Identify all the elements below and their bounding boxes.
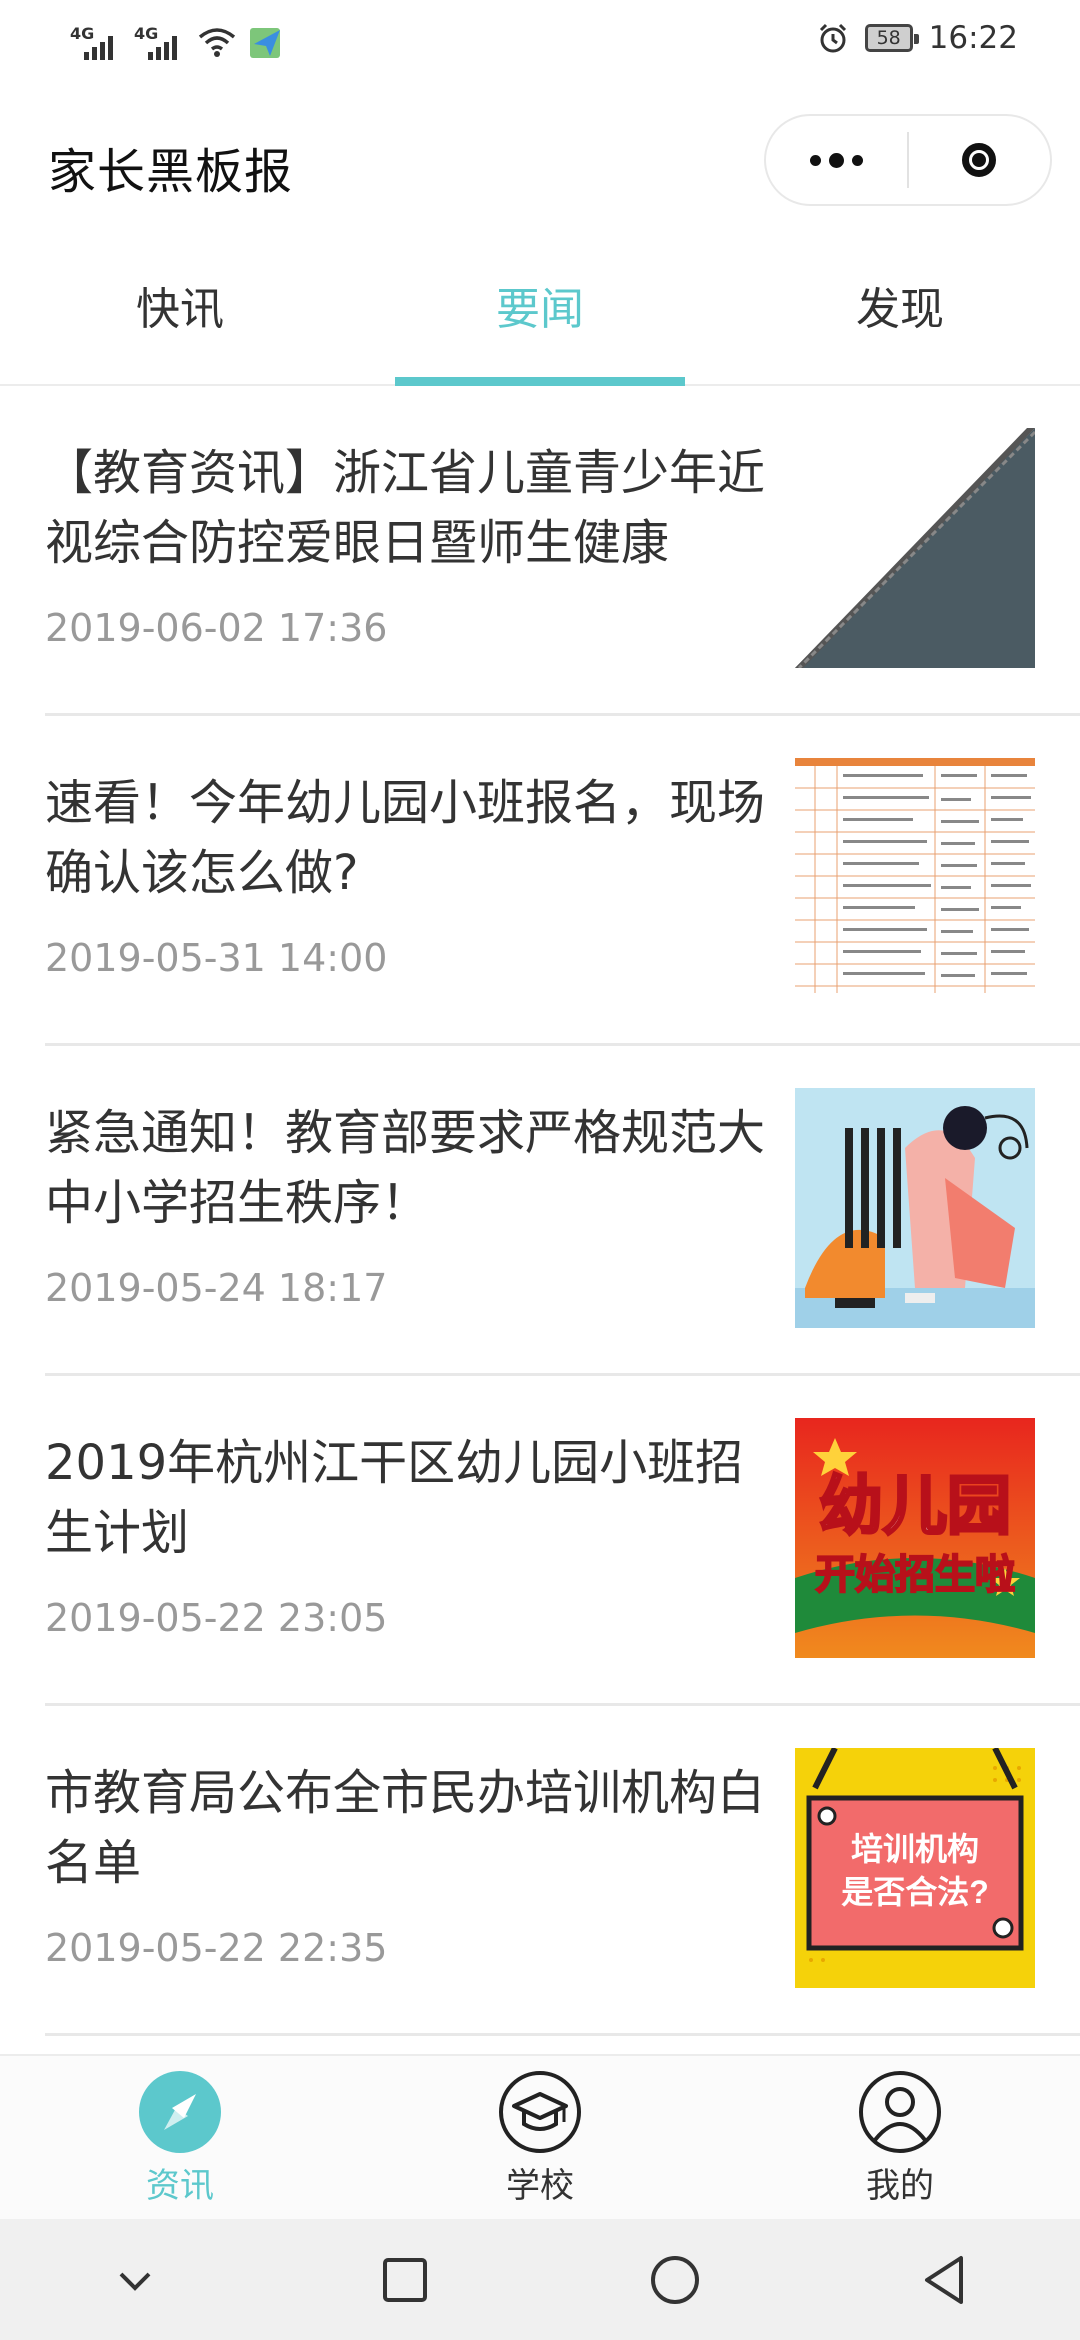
signal-icon: 4G bbox=[70, 22, 122, 62]
user-icon bbox=[859, 2071, 941, 2153]
tab-discover[interactable]: 发现 bbox=[720, 240, 1080, 384]
news-title: 紧急通知！教育部要求严格规范大中小学招生秩序！ bbox=[45, 1105, 766, 1231]
target-close-icon[interactable] bbox=[909, 116, 1050, 204]
news-item[interactable]: 速看！今年幼儿园小班报名，现场确认该怎么做? 2019-05-31 14:00 bbox=[0, 716, 1080, 1046]
battery-level: 58 bbox=[876, 27, 901, 49]
status-right: 58 16:22 bbox=[817, 20, 1018, 56]
recent-apps-icon[interactable] bbox=[365, 2240, 445, 2320]
tabbar-item-school[interactable]: 学校 bbox=[360, 2056, 720, 2219]
news-date: 2019-06-02 17:36 bbox=[45, 606, 388, 650]
tab-headlines[interactable]: 要闻 bbox=[360, 240, 720, 386]
tabbar-label: 学校 bbox=[506, 2166, 574, 2206]
home-circle-icon[interactable] bbox=[635, 2240, 715, 2320]
top-tabs: 快讯 要闻 发现 bbox=[0, 240, 1080, 386]
tabbar-item-mine[interactable]: 我的 bbox=[720, 2056, 1080, 2219]
bottom-tab-bar: 资讯 学校 我的 bbox=[0, 2054, 1080, 2219]
news-item[interactable]: 2019年杭州江干区幼儿园小班招生计划 2019-05-22 23:05 幼儿园… bbox=[0, 1376, 1080, 1706]
news-date: 2019-05-22 23:05 bbox=[45, 1596, 388, 1640]
poster-line1: 幼儿园 bbox=[819, 1470, 1011, 1542]
tabbar-label: 我的 bbox=[866, 2166, 934, 2206]
status-bar: 4G 4G 58 16:22 bbox=[0, 0, 1080, 90]
diagonal-gray-image bbox=[795, 428, 1035, 668]
news-date: 2019-05-22 22:35 bbox=[45, 1926, 388, 1970]
news-item[interactable]: 紧急通知！教育部要求严格规范大中小学招生秩序！ 2019-05-24 18:17 bbox=[0, 1046, 1080, 1376]
status-left: 4G 4G bbox=[70, 22, 284, 62]
tabbar-label: 资讯 bbox=[146, 2166, 214, 2206]
tab-flash-news[interactable]: 快讯 bbox=[0, 240, 360, 384]
news-date: 2019-05-31 14:00 bbox=[45, 936, 388, 980]
news-title: 【教育资讯】浙江省儿童青少年近视综合防控爱眼日暨师生健康 bbox=[45, 445, 766, 571]
news-item[interactable]: 【教育资讯】浙江省儿童青少年近视综合防控爱眼日暨师生健康 2019-06-02 … bbox=[0, 386, 1080, 716]
back-triangle-icon[interactable] bbox=[905, 2240, 985, 2320]
signal-icon: 4G bbox=[134, 22, 186, 62]
poster-line2: 开始招生啦 bbox=[815, 1553, 1015, 1597]
news-title: 2019年杭州江干区幼儿园小班招生计划 bbox=[45, 1435, 744, 1561]
tabbar-item-news[interactable]: 资讯 bbox=[0, 2056, 360, 2219]
airplane-icon bbox=[250, 28, 280, 58]
news-title: 市教育局公布全市民办培训机构白名单 bbox=[45, 1765, 766, 1891]
training-sign-image: 培训机构 是否合法? bbox=[795, 1748, 1035, 1988]
sign-line2: 是否合法? bbox=[841, 1874, 989, 1910]
news-date: 2019-05-24 18:17 bbox=[45, 1266, 388, 1310]
battery-icon: 58 bbox=[864, 24, 919, 52]
collapse-chevron-icon[interactable] bbox=[95, 2240, 175, 2320]
kindergarten-poster-image: 幼儿园 开始招生啦 bbox=[795, 1418, 1035, 1658]
wifi-icon bbox=[198, 28, 236, 57]
miniprogram-capsule bbox=[764, 114, 1052, 206]
news-list: 【教育资讯】浙江省儿童青少年近视综合防控爱眼日暨师生健康 2019-06-02 … bbox=[0, 386, 1080, 2036]
schedule-table-image bbox=[795, 758, 1035, 998]
system-nav-bar bbox=[0, 2219, 1080, 2340]
divider bbox=[45, 2033, 1080, 2036]
news-item[interactable]: 市教育局公布全市民办培训机构白名单 2019-05-22 22:35 培训机构 … bbox=[0, 1706, 1080, 2036]
clock: 16:22 bbox=[928, 20, 1018, 56]
news-title: 速看！今年幼儿园小班报名，现场确认该怎么做? bbox=[45, 775, 766, 901]
title-bar: 家长黑板报 bbox=[0, 90, 1080, 240]
compass-icon bbox=[139, 2071, 221, 2153]
alarm-icon bbox=[819, 23, 846, 53]
illustration-image bbox=[795, 1088, 1035, 1328]
graduation-cap-icon bbox=[499, 2071, 581, 2153]
sign-line1: 培训机构 bbox=[851, 1831, 979, 1867]
more-dots-icon[interactable] bbox=[766, 116, 907, 204]
page-title: 家长黑板报 bbox=[48, 144, 294, 200]
